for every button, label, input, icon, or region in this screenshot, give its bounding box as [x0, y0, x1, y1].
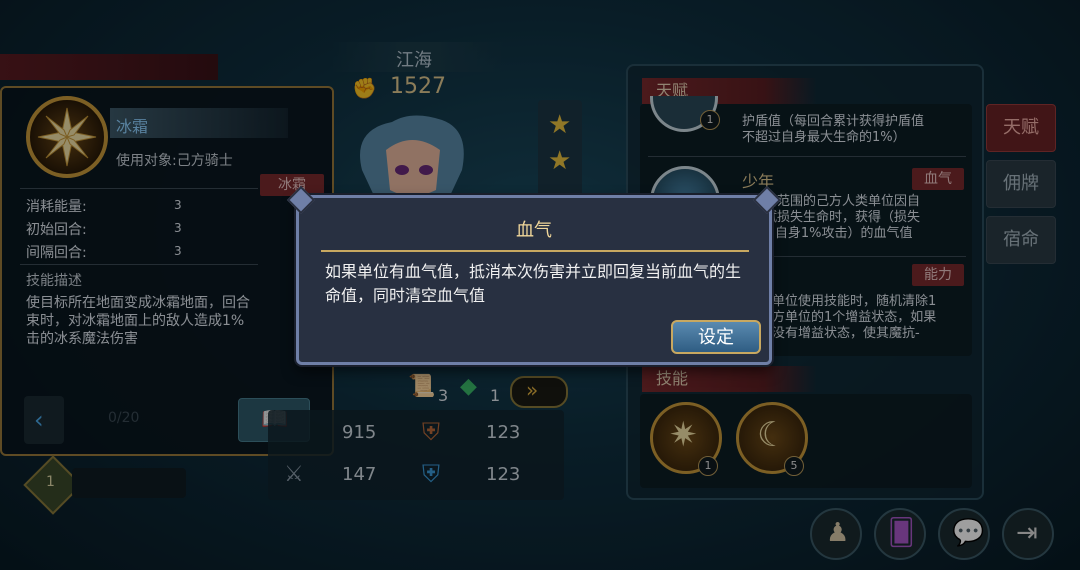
dialog-body: 如果单位有血气值，抵消本次伤害并立即回复当前血气的生命值，同时清空血气值 [325, 262, 742, 305]
dialog-title: 血气 [516, 220, 552, 241]
dialog-divider [321, 250, 749, 252]
confirm-button[interactable]: 设定 [671, 320, 761, 354]
tooltip-dialog: 血气 如果单位有血气值，抵消本次伤害并立即回复当前血气的生命值，同时清空血气值 … [286, 185, 782, 365]
